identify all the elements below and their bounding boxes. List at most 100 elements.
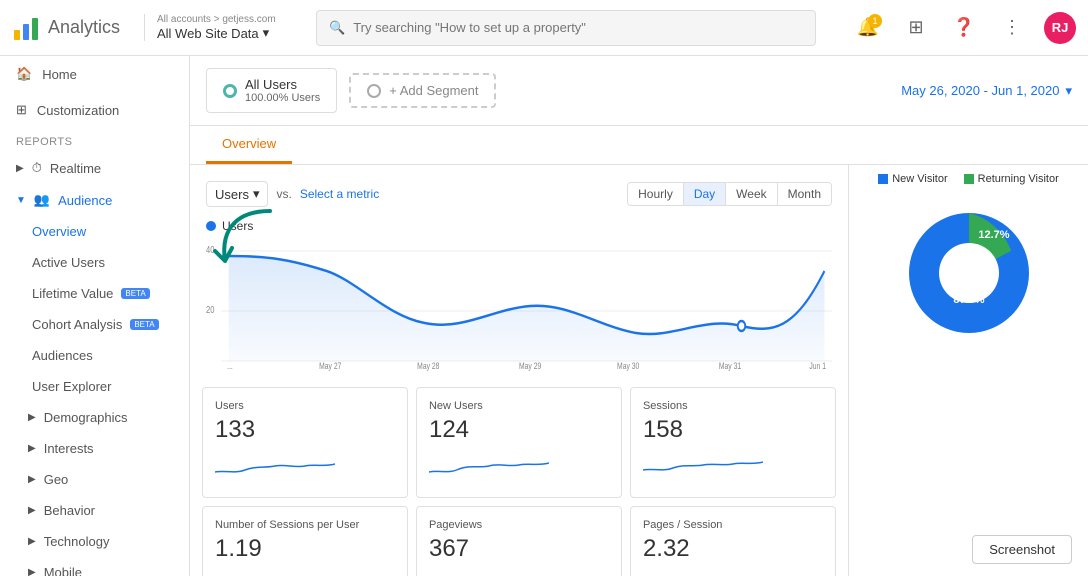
lifetime-value-beta-badge: BETA: [121, 288, 149, 299]
sidebar-item-user-explorer[interactable]: User Explorer: [0, 371, 189, 402]
metric-card-pages-per-session: Pages / Session 2.32: [630, 506, 836, 576]
segment-active-dot: [223, 84, 237, 98]
metric-label-new-users: New Users: [429, 400, 609, 412]
chart-and-pie: Users ▾ vs. Select a metric Hourly Day W…: [190, 165, 1088, 576]
sidebar-group-audience[interactable]: ▼ 👥 Audience: [0, 184, 189, 216]
chevron-down-icon: ▾: [263, 25, 270, 41]
new-visitor-legend-label: New Visitor: [892, 173, 947, 185]
add-segment-chip[interactable]: + Add Segment: [349, 73, 496, 108]
avatar[interactable]: RJ: [1044, 12, 1076, 44]
sidebar-group-technology[interactable]: ▶ Technology: [0, 526, 189, 557]
sidebar-group-realtime[interactable]: ▶ ⏱ Realtime: [0, 152, 189, 184]
screenshot-button[interactable]: Screenshot: [972, 535, 1072, 564]
metric-value-pages-per-session: 2.32: [643, 535, 823, 563]
analytics-logo-icon: [12, 14, 40, 42]
chevron-right-demographics-icon: ▶: [28, 412, 36, 423]
audience-icon: 👥: [34, 192, 50, 208]
sidebar-item-home[interactable]: 🏠 Home: [0, 56, 189, 92]
search-input[interactable]: [353, 20, 803, 35]
metric-label-sessions: Sessions: [643, 400, 823, 412]
sidebar-label-overview: Overview: [32, 224, 86, 239]
sparkline-pages-per-session: [643, 571, 763, 576]
sidebar-item-cohort-analysis[interactable]: Cohort Analysis BETA: [0, 309, 189, 340]
chevron-right-geo-icon: ▶: [28, 474, 36, 485]
right-panel: New Visitor Returning Visitor: [848, 165, 1088, 576]
metric-selector-chevron-icon: ▾: [253, 186, 260, 202]
segment-sub: 100.00% Users: [245, 92, 320, 104]
notification-badge: 1: [868, 14, 882, 28]
sidebar-label-lifetime-value: Lifetime Value: [32, 286, 113, 301]
chart-section: Users ▾ vs. Select a metric Hourly Day W…: [190, 165, 848, 576]
sidebar-item-customization[interactable]: ⊞ Customization: [0, 92, 189, 128]
chevron-right-mobile-icon: ▶: [28, 567, 36, 576]
date-range-label: May 26, 2020 - Jun 1, 2020: [901, 83, 1059, 98]
reports-section-header: REPORTS: [0, 128, 189, 152]
sidebar-label-active-users: Active Users: [32, 255, 105, 270]
svg-text:Jun 1: Jun 1: [809, 361, 826, 371]
metric-card-pageviews: Pageviews 367: [416, 506, 622, 576]
sidebar-group-behavior[interactable]: ▶ Behavior: [0, 495, 189, 526]
more-options-button[interactable]: ⋮: [996, 12, 1028, 44]
segment-info: All Users 100.00% Users: [245, 77, 320, 104]
time-btn-month[interactable]: Month: [778, 183, 831, 205]
time-btn-week[interactable]: Week: [726, 183, 777, 205]
chart-controls-area: Users ▾ vs. Select a metric Hourly Day W…: [190, 165, 848, 383]
help-button[interactable]: ❓: [948, 12, 980, 44]
sidebar-item-audiences[interactable]: Audiences: [0, 340, 189, 371]
svg-text:May 29: May 29: [519, 361, 542, 371]
sparkline-sessions: [643, 452, 763, 482]
content-area: All Users 100.00% Users + Add Segment Ma…: [190, 56, 1088, 576]
chevron-down-icon-audience: ▼: [16, 195, 26, 206]
svg-text:87.3%: 87.3%: [953, 294, 984, 306]
sidebar-item-overview[interactable]: Overview: [0, 216, 189, 247]
all-users-segment[interactable]: All Users 100.00% Users: [206, 68, 337, 113]
time-buttons: Hourly Day Week Month: [627, 182, 832, 206]
customization-icon: ⊞: [16, 102, 27, 118]
sidebar-label-behavior: Behavior: [44, 503, 95, 518]
pie-legend: New Visitor Returning Visitor: [878, 173, 1059, 185]
logo-area: Analytics: [12, 14, 132, 42]
time-btn-day[interactable]: Day: [684, 183, 726, 205]
metric-value-sessions: 158: [643, 416, 823, 444]
chevron-right-icon: ▶: [16, 163, 24, 174]
sidebar-group-mobile[interactable]: ▶ Mobile: [0, 557, 189, 576]
metric-label-users: Users: [215, 400, 395, 412]
sidebar-item-active-users[interactable]: Active Users: [0, 247, 189, 278]
sidebar-label-audience: Audience: [58, 193, 112, 208]
tab-overview[interactable]: Overview: [206, 126, 292, 164]
new-visitor-legend: New Visitor: [878, 173, 947, 185]
select-metric-link[interactable]: Select a metric: [300, 187, 379, 201]
date-range-selector[interactable]: May 26, 2020 - Jun 1, 2020 ▾: [901, 83, 1072, 99]
sparkline-users: [215, 452, 335, 482]
users-legend-dot: [206, 221, 216, 231]
sidebar-label-audiences: Audiences: [32, 348, 93, 363]
search-bar[interactable]: 🔍: [316, 10, 816, 46]
sidebar: 🏠 Home ⊞ Customization REPORTS ▶ ⏱ Realt…: [0, 56, 190, 576]
sidebar-label-technology: Technology: [44, 534, 110, 549]
segment-name: All Users: [245, 77, 320, 92]
sidebar-label-cohort-analysis: Cohort Analysis: [32, 317, 122, 332]
svg-text:40: 40: [206, 244, 214, 255]
metric-label-pageviews: Pageviews: [429, 519, 609, 531]
returning-visitor-legend-square: [964, 174, 974, 184]
returning-visitor-legend: Returning Visitor: [964, 173, 1059, 185]
realtime-icon: ⏱: [32, 160, 42, 176]
property-selector[interactable]: All Web Site Data ▾: [157, 25, 304, 41]
home-icon: 🏠: [16, 66, 32, 82]
chart-controls: Users ▾ vs. Select a metric Hourly Day W…: [206, 181, 832, 207]
metric-selector[interactable]: Users ▾: [206, 181, 268, 207]
sidebar-item-lifetime-value[interactable]: Lifetime Value BETA: [0, 278, 189, 309]
sidebar-group-interests[interactable]: ▶ Interests: [0, 433, 189, 464]
chevron-right-behavior-icon: ▶: [28, 505, 36, 516]
main-layout: 🏠 Home ⊞ Customization REPORTS ▶ ⏱ Realt…: [0, 56, 1088, 576]
chevron-right-technology-icon: ▶: [28, 536, 36, 547]
apps-button[interactable]: ⊞: [900, 12, 932, 44]
notification-button[interactable]: 🔔 1: [852, 12, 884, 44]
sidebar-group-geo[interactable]: ▶ Geo: [0, 464, 189, 495]
sidebar-group-demographics[interactable]: ▶ Demographics: [0, 402, 189, 433]
metric-value-new-users: 124: [429, 416, 609, 444]
sidebar-label-demographics: Demographics: [44, 410, 128, 425]
time-btn-hourly[interactable]: Hourly: [628, 183, 684, 205]
svg-text:May 28: May 28: [417, 361, 440, 371]
sparkline-sessions-per-user: [215, 571, 335, 576]
